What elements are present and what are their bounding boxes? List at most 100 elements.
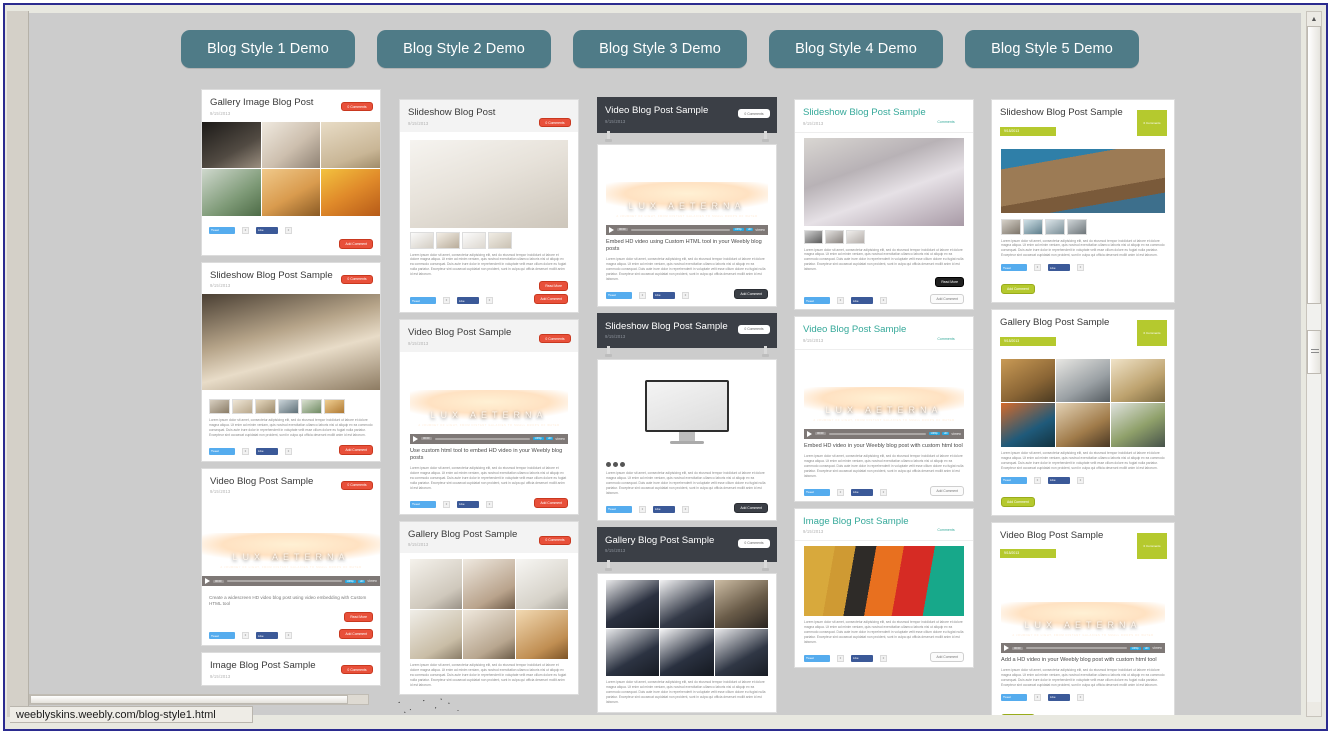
blog-post-card[interactable]: Video Blog Post Sample 9/15/2013 Comment…	[794, 316, 974, 502]
gallery-image[interactable]	[606, 580, 660, 628]
gallery-image[interactable]	[660, 580, 714, 628]
add-comment-button[interactable]: Add Comment	[1001, 284, 1035, 295]
tweet-button[interactable]: Tweet	[804, 654, 830, 662]
gallery-image[interactable]	[516, 559, 568, 609]
blog-style-1-demo-button[interactable]: Blog Style 1 Demo	[181, 30, 355, 68]
facebook-like-button[interactable]: Like	[653, 291, 675, 299]
gallery-image[interactable]	[410, 559, 462, 609]
read-more-button[interactable]: Read More	[935, 277, 964, 288]
share-row[interactable]: Tweet 0 Like 0	[410, 500, 493, 508]
facebook-like-button[interactable]: Like	[851, 297, 873, 305]
video-progress-bar[interactable]	[1025, 647, 1127, 649]
slideshow-pagination-dots[interactable]	[606, 462, 768, 467]
tweet-button[interactable]: Tweet	[209, 447, 235, 455]
pagination-dot[interactable]	[620, 462, 625, 467]
share-row[interactable]: Tweet 0 Like 0	[209, 226, 373, 234]
video-player[interactable]: LUX AETERNA A JOURNEY OF LIGHT, FROM DIS…	[606, 151, 768, 235]
facebook-like-button[interactable]: Like	[457, 297, 479, 305]
blog-post-card[interactable]: Slideshow Blog Post Sample 9/15/2013 Com…	[794, 99, 974, 311]
slideshow-main-image[interactable]	[1001, 148, 1165, 213]
blog-style-3-column[interactable]: Video Blog Post Sample 9/15/2013 0 Comme…	[597, 89, 777, 715]
add-comment-button[interactable]: Add Comment	[1001, 496, 1035, 507]
tweet-button[interactable]: Tweet	[410, 500, 436, 508]
blog-post-card[interactable]: Gallery Blog Post Sample 9/15/2013 0 Com…	[399, 520, 579, 695]
video-hd-badge[interactable]: HD	[357, 579, 366, 583]
video-controls[interactable]: 00:00 1080p HD vimeo	[1001, 643, 1165, 653]
vertical-scrollbar-grip[interactable]	[1307, 330, 1321, 374]
comments-badge[interactable]: 0 Comments	[341, 274, 373, 284]
blog-post-card[interactable]: Video Blog Post Sample 9/15/2013 0 Comme…	[201, 467, 381, 646]
video-controls[interactable]: 00:00 1080p HD vimeo	[606, 224, 768, 235]
slideshow-thumbnail[interactable]	[846, 229, 865, 244]
gallery-image[interactable]	[714, 580, 768, 628]
blog-style-5-demo-button[interactable]: Blog Style 5 Demo	[965, 30, 1139, 68]
comments-badge[interactable]: Comments	[926, 334, 966, 343]
gallery-grid[interactable]	[410, 559, 568, 660]
share-row[interactable]: Tweet 0 Like 0	[209, 447, 292, 455]
blog-post-card[interactable]: Image Blog Post Sample 9/15/2013 Comment…	[794, 507, 974, 668]
blog-style-4-column[interactable]: Slideshow Blog Post Sample 9/15/2013 Com…	[794, 89, 974, 715]
video-progress-bar[interactable]	[434, 437, 530, 440]
slideshow-thumbnails[interactable]	[1001, 218, 1165, 235]
gallery-image[interactable]	[1111, 403, 1165, 447]
gallery-image[interactable]	[714, 628, 768, 677]
add-comment-button[interactable]: Add Comment	[734, 288, 768, 299]
video-player[interactable]: LUX AETERNA A JOURNEY OF LIGHT, FROM DIS…	[410, 358, 568, 444]
slideshow-thumbnail[interactable]	[255, 399, 276, 414]
slideshow-main-image[interactable]	[804, 137, 964, 226]
slideshow-main-image[interactable]	[410, 139, 568, 228]
slideshow-thumbnail[interactable]	[462, 231, 486, 249]
slideshow-thumbnail[interactable]	[301, 399, 322, 414]
facebook-like-button[interactable]: Like	[851, 654, 873, 662]
blog-style-3-demo-button[interactable]: Blog Style 3 Demo	[573, 30, 747, 68]
video-quality-badge[interactable]: 1080p	[344, 579, 356, 583]
gallery-grid[interactable]	[202, 121, 380, 216]
share-row[interactable]: Tweet 0 Like 0	[1001, 476, 1165, 484]
add-comment-button[interactable]: Add Comment	[930, 485, 964, 496]
video-controls[interactable]: 00:00 1080p HD vimeo	[202, 576, 380, 587]
comments-badge[interactable]: 0 Comments	[1137, 532, 1167, 559]
horizontal-scrollbar-thumb[interactable]	[30, 695, 348, 704]
blog-post-card[interactable]: Slideshow Blog Post Sample 9/15/2013 0 C…	[201, 261, 381, 462]
comments-badge[interactable]: Comments	[926, 526, 966, 535]
facebook-like-button[interactable]: Like	[457, 500, 479, 508]
play-icon[interactable]	[205, 578, 210, 585]
share-row[interactable]: Tweet 0 Like 0	[804, 297, 887, 305]
share-row[interactable]: Tweet 0 Like 0	[606, 291, 689, 299]
video-quality-badge[interactable]: 1080p	[1129, 646, 1141, 650]
facebook-like-button[interactable]: Like	[1048, 693, 1070, 701]
blog-post-card[interactable]: Video Blog Post Sample 9/15/2013 0 Comme…	[399, 319, 579, 515]
blog-post-card[interactable]: Slideshow Blog Post Sample 9/15/2013 0 C…	[991, 99, 1175, 304]
slideshow-main-image[interactable]	[202, 294, 380, 390]
play-icon[interactable]	[609, 226, 614, 233]
gallery-image[interactable]	[606, 628, 660, 677]
share-row[interactable]: Tweet 0 Like 0	[804, 654, 887, 662]
add-comment-button[interactable]: Add Comment	[339, 629, 373, 639]
blog-post-card[interactable]: Gallery Blog Post Sample 9/15/2013 0 Com…	[597, 526, 777, 713]
video-progress-bar[interactable]	[226, 580, 342, 583]
slideshow-thumbnail[interactable]	[209, 399, 230, 414]
comments-badge[interactable]: 0 Comments	[539, 118, 571, 127]
gallery-grid[interactable]	[606, 580, 768, 677]
share-row[interactable]: Tweet 0 Like 0	[1001, 264, 1165, 272]
play-icon[interactable]	[1004, 645, 1009, 651]
video-progress-bar[interactable]	[630, 228, 730, 231]
comments-badge[interactable]: 0 Comments	[738, 109, 770, 118]
share-row[interactable]: Tweet 0 Like 0	[804, 488, 887, 496]
slideshow-thumbnail[interactable]	[1067, 218, 1087, 235]
share-row[interactable]: Tweet 0 Like 0	[1001, 693, 1165, 701]
slideshow-thumbnail[interactable]	[488, 231, 512, 249]
comments-badge[interactable]: 0 Comments	[341, 480, 373, 490]
video-hd-badge[interactable]: HD	[941, 432, 950, 436]
slideshow-thumbnail[interactable]	[1045, 218, 1065, 235]
comments-badge[interactable]: 0 Comments	[539, 334, 571, 344]
gallery-image[interactable]	[1001, 358, 1055, 403]
comments-badge[interactable]: Comments	[926, 117, 966, 126]
comments-badge[interactable]: 0 Comments	[341, 102, 373, 111]
comments-badge[interactable]: 0 Comments	[1137, 110, 1167, 136]
tweet-button[interactable]: Tweet	[804, 488, 830, 496]
scroll-down-arrow-icon[interactable]	[1307, 702, 1321, 716]
blog-style-4-demo-button[interactable]: Blog Style 4 Demo	[769, 30, 943, 68]
add-comment-button[interactable]: Add Comment	[930, 294, 964, 305]
slideshow-thumbnail[interactable]	[1001, 218, 1021, 235]
